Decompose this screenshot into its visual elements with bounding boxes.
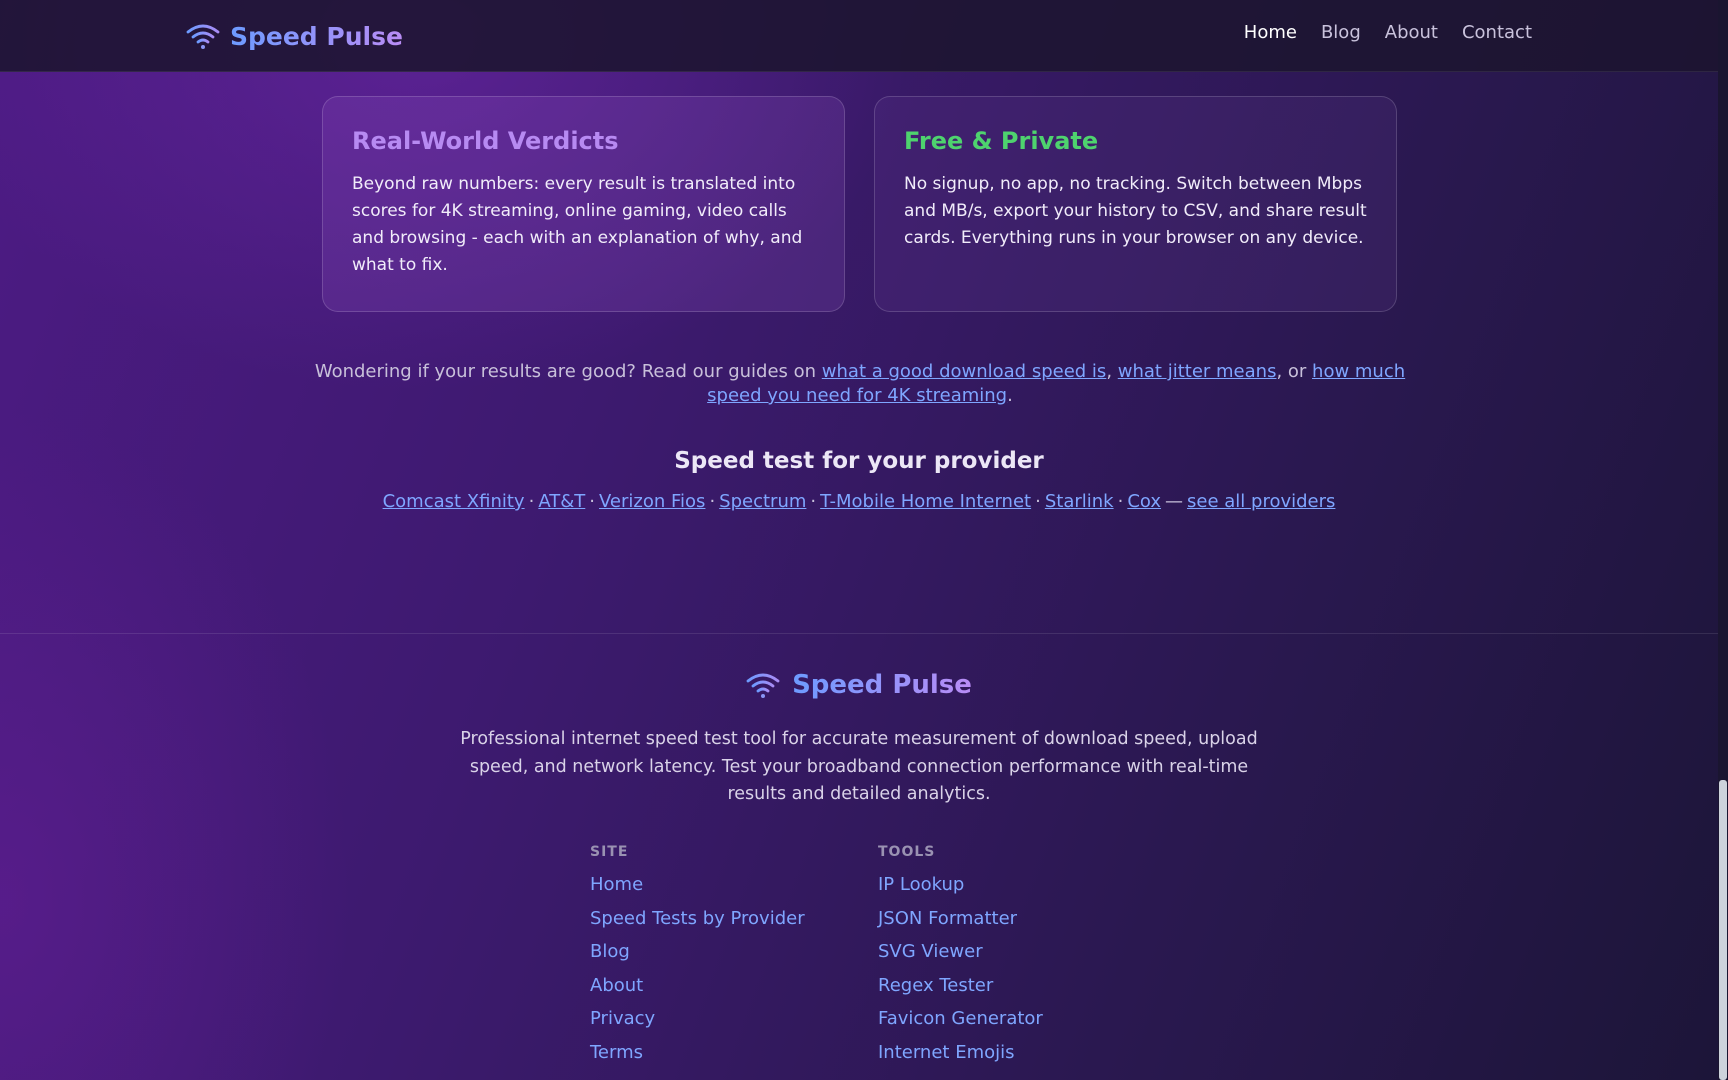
feature-card-verdicts: Real-World Verdicts Beyond raw numbers: … [322,96,845,312]
brand-logo[interactable]: Speed Pulse [186,16,403,56]
provider-link-cox[interactable]: Cox [1127,491,1161,512]
dot-separator: · [528,491,535,512]
provider-link-tmobile-home-internet[interactable]: T-Mobile Home Internet [820,491,1031,512]
card-text: Beyond raw numbers: every result is tran… [352,174,803,275]
guides-paragraph: Wondering if your results are good? Read… [310,360,1410,408]
nav-contact[interactable]: Contact [1462,22,1532,43]
top-header: Speed Pulse Home Blog About Contact [0,0,1718,72]
footer-brand-name: Speed Pulse [792,670,972,700]
card-title: Real-World Verdicts [352,127,619,155]
card-text: No signup, no app, no tracking. Switch b… [904,174,1367,248]
nav-about[interactable]: About [1385,22,1438,43]
brand-name: Speed Pulse [230,21,403,51]
guide-link-jitter[interactable]: what jitter means [1118,361,1277,382]
guides-suffix: . [1007,385,1013,406]
providers-list: Comcast Xfinity · AT&T · Verizon Fios · Spectr… [0,491,1718,512]
dot-separator: · [1117,491,1124,512]
main-nav: Home Blog About Contact [1244,22,1532,43]
dot-separator: · [589,491,596,512]
page-scrollbar[interactable] [1718,0,1728,1080]
footer-link-ip-lookup[interactable]: IP Lookup [878,874,1043,908]
card-title: Free & Private [904,127,1099,155]
dash-separator: — [1165,491,1184,512]
wifi-icon [746,671,780,699]
providers-heading: Speed test for your provider [674,448,1044,474]
provider-link-spectrum[interactable]: Spectrum [719,491,806,512]
footer-tools-column: TOOLS IP Lookup JSON Formatter SVG Viewe… [878,844,1043,1076]
see-all-providers-link[interactable]: see all providers [1187,491,1335,512]
footer-link-regex-tester[interactable]: Regex Tester [878,975,1043,1009]
nav-home[interactable]: Home [1244,22,1297,43]
footer-site-heading: SITE [590,844,629,860]
footer-tools-heading: TOOLS [878,844,936,860]
provider-link-comcast-xfinity[interactable]: Comcast Xfinity [383,491,525,512]
footer-site-column: SITE Home Speed Tests by Provider Blog A… [590,844,805,1076]
footer-divider [0,633,1718,634]
provider-link-att[interactable]: AT&T [538,491,585,512]
provider-link-starlink[interactable]: Starlink [1045,491,1114,512]
nav-blog[interactable]: Blog [1321,22,1361,43]
footer-link-home[interactable]: Home [590,874,805,908]
dot-separator: · [1035,491,1041,512]
footer-link-json-formatter[interactable]: JSON Formatter [878,908,1043,942]
feature-card-private: Free & Private No signup, no app, no tra… [874,96,1397,312]
footer-link-terms[interactable]: Terms [590,1042,805,1076]
footer-brand[interactable]: Speed Pulse [0,670,1718,700]
footer-link-about[interactable]: About [590,975,805,1009]
footer-link-svg-viewer[interactable]: SVG Viewer [878,941,1043,975]
footer-link-favicon-generator[interactable]: Favicon Generator [878,1008,1043,1042]
wifi-icon [186,22,220,50]
guides-separator: , [1106,361,1118,382]
guide-link-good-download-speed[interactable]: what a good download speed is [822,361,1107,382]
scrollbar-thumb[interactable] [1719,780,1727,1080]
footer-link-privacy[interactable]: Privacy [590,1008,805,1042]
footer-link-internet-emojis[interactable]: Internet Emojis [878,1042,1043,1076]
dot-separator: · [810,491,817,512]
footer-link-blog[interactable]: Blog [590,941,805,975]
dot-separator: · [709,491,716,512]
footer-description: Professional internet speed test tool fo… [460,729,1258,804]
footer-link-speed-tests-by-provider[interactable]: Speed Tests by Provider [590,908,805,942]
guides-prefix: Wondering if your results are good? Read… [314,361,822,382]
provider-link-verizon-fios[interactable]: Verizon Fios [599,491,705,512]
guides-separator: , or [1276,361,1313,382]
